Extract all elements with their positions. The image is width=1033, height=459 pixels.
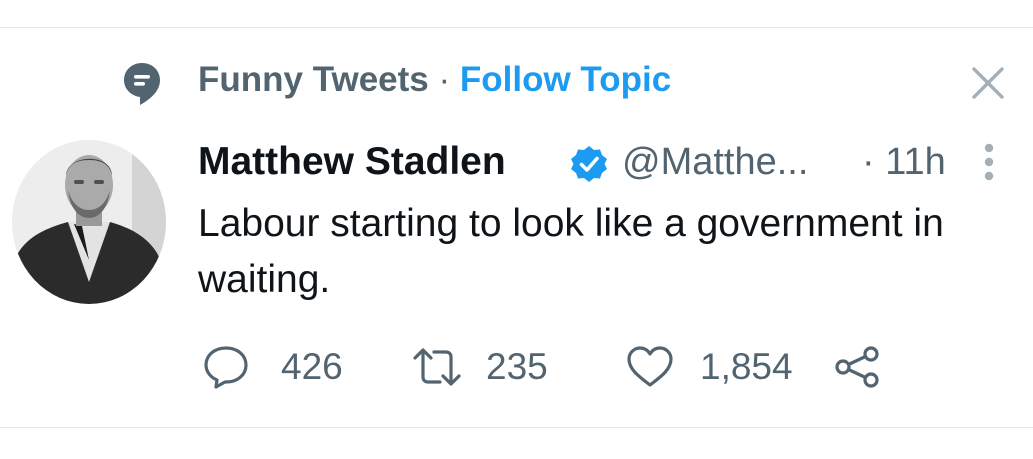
top-divider — [0, 27, 1033, 28]
like-icon — [627, 346, 673, 387]
bottom-divider — [0, 427, 1033, 428]
reply-count: 426 — [281, 346, 343, 387]
avatar[interactable] — [12, 140, 166, 304]
verified-icon — [571, 146, 607, 182]
like-count: 1,854 — [700, 346, 793, 387]
like-button[interactable]: 1,854 — [626, 338, 806, 396]
close-icon[interactable] — [970, 65, 1006, 101]
share-button[interactable] — [833, 338, 885, 396]
retweet-button[interactable]: 235 — [410, 338, 560, 396]
topic-name[interactable]: Funny Tweets — [198, 60, 429, 99]
follow-topic-link[interactable]: Follow Topic — [460, 60, 671, 99]
avatar-photo — [12, 140, 166, 304]
action-bar: 426 235 1,854 — [198, 338, 958, 396]
tweet-header: Matthew Stadlen @Matthe... · 11h — [198, 138, 1018, 186]
reply-icon — [204, 346, 248, 389]
topic-header: Funny Tweets · Follow Topic — [0, 55, 1033, 105]
topic-separator: · — [438, 60, 451, 99]
tweet-card: Funny Tweets · Follow Topic Matthew Stad… — [0, 0, 1033, 459]
reply-button[interactable]: 426 — [203, 338, 353, 396]
author-handle[interactable]: @Matthe... — [622, 140, 808, 184]
topic-icon — [124, 63, 160, 105]
retweet-count: 235 — [486, 346, 548, 387]
tweet-timestamp[interactable]: · 11h — [862, 140, 946, 184]
author-name[interactable]: Matthew Stadlen — [198, 140, 506, 184]
more-icon[interactable] — [978, 140, 1000, 184]
topic-line: Funny Tweets · Follow Topic — [198, 60, 671, 100]
share-icon — [835, 346, 879, 388]
tweet-text: Labour starting to look like a governmen… — [198, 202, 944, 301]
retweet-icon — [413, 348, 461, 386]
